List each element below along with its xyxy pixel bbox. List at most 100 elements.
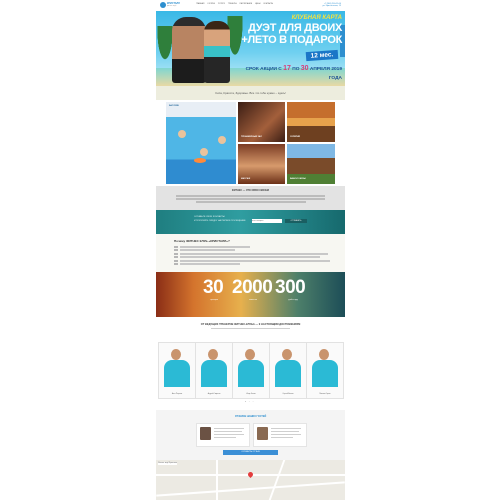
trainer-photo bbox=[319, 349, 329, 360]
why-text-line bbox=[180, 253, 328, 255]
stat-value-clients: 2000 bbox=[232, 277, 273, 298]
subscribe-section: ОСТАВЬТЕ СВОИ КОНТАКТЫ И ПОЛУЧИТЕ СКИДКУ… bbox=[156, 210, 345, 234]
bullet-icon bbox=[174, 249, 178, 251]
reviewer-avatar bbox=[200, 427, 211, 440]
review-text-line bbox=[214, 434, 244, 436]
female-model-image bbox=[204, 21, 230, 83]
trainer-photo bbox=[275, 360, 301, 387]
bullet-icon bbox=[174, 253, 178, 255]
logo-icon[interactable] bbox=[160, 2, 166, 8]
nav-item-schedule[interactable]: РАСПИСАНИЕ bbox=[240, 3, 252, 5]
why-text-line bbox=[180, 263, 240, 265]
promo-from: 17 bbox=[283, 65, 291, 72]
header-contacts: +7 (800) 200-11-00 ул. Кристальная, 15 bbox=[323, 3, 341, 9]
trainer-photo bbox=[238, 360, 264, 387]
trainer-name: Максим Орлов bbox=[319, 394, 331, 395]
trainer-photo bbox=[201, 360, 227, 387]
gallery-gym[interactable]: ТРЕНАЖЕРНЫЙ ЗАЛ bbox=[238, 102, 285, 142]
hero-headline-1: ДУЭТ ДЛЯ ДВОИХ bbox=[248, 22, 342, 34]
trainer-photo bbox=[282, 349, 292, 360]
trainer-card[interactable]: Сергей Волков bbox=[269, 342, 307, 399]
gallery-solarium[interactable]: СОЛЯРИЙ bbox=[287, 102, 335, 142]
gallery-label-sauna: БАНИ И САУНЫ bbox=[290, 178, 306, 180]
why-text-line bbox=[180, 256, 320, 258]
about-title: ФИТНЕС — ЭТО ОБРАЗ ЖИЗНИ bbox=[231, 189, 270, 192]
about-text-line bbox=[176, 198, 325, 200]
services-gallery: БАССЕЙН ТРЕНАЖЕРНЫЙ ЗАЛ СОЛЯРИЙ МАССАЖ Б… bbox=[156, 100, 345, 186]
review-text-line bbox=[271, 431, 299, 433]
nav-item-trainers[interactable]: ТРЕНЕРЫ bbox=[228, 3, 237, 5]
stat-label-clients: клиентов bbox=[249, 299, 257, 301]
hero-banner[interactable]: КЛУБНАЯ КАРТА ДУЭТ ДЛЯ ДВОИХ +ЛЕТО В ПОД… bbox=[156, 11, 345, 86]
why-section: Почему ФИТНЕС КЛУБ «КРИСТАЛЛ»? bbox=[156, 234, 345, 272]
stat-label-days: дней в году bbox=[288, 299, 298, 301]
address-text: ул. Кристальная, 15 bbox=[322, 5, 341, 8]
promo-prefix: СРОК АКЦИИ С bbox=[245, 67, 282, 72]
nav-item-home[interactable]: ГЛАВНАЯ bbox=[196, 3, 204, 5]
phone-input[interactable] bbox=[252, 219, 282, 223]
about-section: ФИТНЕС — ЭТО ОБРАЗ ЖИЗНИ bbox=[156, 186, 345, 210]
why-title: Почему ФИТНЕС КЛУБ «КРИСТАЛЛ»? bbox=[174, 239, 230, 243]
nav-item-contacts[interactable]: КОНТАКТЫ bbox=[263, 3, 273, 5]
swim-ring-image bbox=[194, 158, 206, 163]
trainer-photo bbox=[164, 360, 190, 387]
map-road bbox=[216, 460, 218, 500]
stat-label-trainers: тренеров bbox=[210, 299, 218, 301]
about-text-line bbox=[176, 195, 325, 197]
main-nav: ГЛАВНАЯ О КЛУБЕ УСЛУГИ ТРЕНЕРЫ РАСПИСАНИ… bbox=[196, 3, 273, 5]
trainers-section: ОТ ВЕДУЩИХ ТРЕНЕРОВ ФИТНЕС-КЛУБА — К НАС… bbox=[156, 317, 345, 410]
map-place-label: Фитнес клуб Кристалл bbox=[158, 462, 178, 465]
swimmer-image bbox=[218, 136, 226, 144]
gallery-massage[interactable]: МАССАЖ bbox=[238, 144, 285, 184]
why-text-line bbox=[180, 249, 235, 251]
trainer-card[interactable]: Анна Петрова bbox=[158, 342, 196, 399]
promo-mid: ПО bbox=[292, 67, 300, 72]
trainer-photo bbox=[208, 349, 218, 360]
reviews-title: ОТЗЫВЫ НАШИХ ГОСТЕЙ bbox=[234, 415, 267, 418]
review-card[interactable] bbox=[253, 423, 307, 447]
trainers-subtitle-line bbox=[211, 328, 290, 330]
male-model-image bbox=[172, 17, 206, 83]
trainers-title: ОТ ВЕДУЩИХ ТРЕНЕРОВ ФИТНЕС-КЛУБА — К НАС… bbox=[200, 323, 301, 326]
bullet-icon bbox=[174, 260, 178, 262]
trainer-name: Игорь Белов bbox=[246, 394, 256, 395]
review-text-line bbox=[214, 437, 236, 439]
map-road bbox=[156, 481, 345, 497]
nav-item-services[interactable]: УСЛУГИ bbox=[218, 3, 225, 5]
trainer-photo bbox=[171, 349, 181, 360]
gallery-pool[interactable]: БАССЕЙН bbox=[166, 102, 236, 184]
trainer-name: Андрей Смирнов bbox=[207, 394, 221, 395]
trainer-card[interactable]: Игорь Белов bbox=[232, 342, 270, 399]
leave-review-button[interactable]: ОСТАВИТЬ ОТЗЫВ bbox=[223, 450, 278, 455]
map-road bbox=[268, 460, 286, 500]
review-text-line bbox=[214, 428, 244, 430]
why-text-line bbox=[180, 260, 330, 262]
swimmer-image bbox=[200, 148, 208, 156]
gallery-label-massage: МАССАЖ bbox=[241, 178, 251, 180]
swimmer-image bbox=[178, 130, 186, 138]
reviews-section: ОТЗЫВЫ НАШИХ ГОСТЕЙ ОСТАВИТЬ ОТЗЫВ bbox=[156, 410, 345, 460]
review-text-line bbox=[271, 434, 301, 436]
map-pin-icon[interactable] bbox=[246, 470, 255, 479]
subscribe-button[interactable]: ОТПРАВИТЬ bbox=[285, 219, 307, 223]
review-text-line bbox=[214, 431, 242, 433]
logo-subtitle: фитнес клуб bbox=[167, 5, 177, 7]
trainer-card[interactable]: Максим Орлов bbox=[306, 342, 344, 399]
bullet-icon bbox=[174, 263, 178, 265]
subscribe-line-1: ОСТАВЬТЕ СВОИ КОНТАКТЫ bbox=[194, 216, 225, 218]
subscribe-line-2: И ПОЛУЧИТЕ СКИДКУ НА ПЕРВОЕ ПОСЕЩЕНИЕ bbox=[194, 220, 246, 222]
hero-headline-2: +ЛЕТО В ПОДАРОК bbox=[241, 34, 342, 46]
gallery-label-gym: ТРЕНАЖЕРНЫЙ ЗАЛ bbox=[241, 136, 262, 138]
nav-item-prices[interactable]: ЦЕНЫ bbox=[255, 3, 260, 5]
review-text-line bbox=[271, 428, 301, 430]
location-map[interactable]: Фитнес клуб Кристалл bbox=[156, 460, 345, 500]
reviewer-avatar bbox=[257, 427, 268, 440]
gallery-sauna[interactable]: БАНИ И САУНЫ bbox=[287, 144, 335, 184]
carousel-dots[interactable]: ● ○ ○ bbox=[245, 401, 255, 403]
tagline: Сила, Красота, Здоровье. Все что тебе ну… bbox=[156, 86, 345, 100]
trainer-name: Анна Петрова bbox=[171, 394, 183, 395]
review-card[interactable] bbox=[196, 423, 250, 447]
nav-item-about[interactable]: О КЛУБЕ bbox=[207, 3, 215, 5]
trainer-card[interactable]: Андрей Смирнов bbox=[195, 342, 233, 399]
trainer-photo bbox=[245, 349, 255, 360]
